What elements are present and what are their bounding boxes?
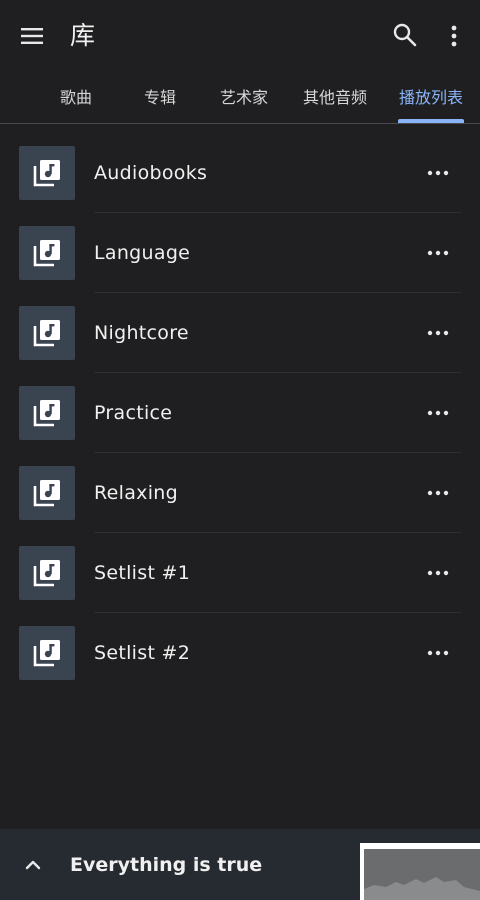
page-title: 库 bbox=[70, 21, 96, 50]
playlist-music-icon bbox=[33, 240, 60, 267]
album-art-image bbox=[364, 849, 480, 900]
now-playing-title: Everything is true bbox=[70, 854, 263, 876]
playlist-row[interactable]: Audiobooks bbox=[0, 133, 480, 213]
playlist-list: Audiobooks Language Nightcore Practice Relax… bbox=[0, 133, 480, 693]
playlist-name: Nightcore bbox=[94, 322, 189, 344]
playlist-thumbnail bbox=[19, 386, 75, 440]
playlist-row[interactable]: Language bbox=[0, 213, 480, 293]
playlist-thumbnail bbox=[19, 546, 75, 600]
more-horiz-icon[interactable] bbox=[426, 561, 450, 585]
chevron-up-icon[interactable] bbox=[22, 855, 44, 875]
more-horiz-icon[interactable] bbox=[426, 161, 450, 185]
playlist-music-icon bbox=[33, 480, 60, 507]
tab-albums[interactable]: 专辑 bbox=[128, 76, 192, 123]
more-horiz-icon[interactable] bbox=[426, 401, 450, 425]
playlist-row[interactable]: Practice bbox=[0, 373, 480, 453]
playlist-music-icon bbox=[33, 560, 60, 587]
more-horiz-icon[interactable] bbox=[426, 241, 450, 265]
tab-songs[interactable]: 歌曲 bbox=[44, 76, 108, 123]
more-vert-icon[interactable] bbox=[444, 22, 464, 50]
playlist-music-icon bbox=[33, 400, 60, 427]
more-horiz-icon[interactable] bbox=[426, 321, 450, 345]
library-tabs: 歌曲 专辑 艺术家 其他音频 播放列表 bbox=[0, 76, 480, 123]
more-horiz-icon[interactable] bbox=[426, 641, 450, 665]
mini-player[interactable]: Everything is true bbox=[0, 829, 480, 900]
menu-icon[interactable] bbox=[20, 24, 46, 48]
playlist-music-icon bbox=[33, 640, 60, 667]
playlist-row[interactable]: Setlist #2 bbox=[0, 613, 480, 693]
playlist-music-icon bbox=[33, 160, 60, 187]
tabs-divider bbox=[0, 123, 480, 124]
search-icon[interactable] bbox=[392, 22, 418, 48]
playlist-thumbnail bbox=[19, 146, 75, 200]
playlist-name: Practice bbox=[94, 402, 173, 424]
playlist-row[interactable]: Nightcore bbox=[0, 293, 480, 373]
more-horiz-icon[interactable] bbox=[426, 481, 450, 505]
album-art[interactable] bbox=[360, 843, 480, 900]
playlist-music-icon bbox=[33, 320, 60, 347]
playlist-row[interactable]: Relaxing bbox=[0, 453, 480, 533]
playlist-thumbnail bbox=[19, 226, 75, 280]
playlist-name: Relaxing bbox=[94, 482, 178, 504]
playlist-thumbnail bbox=[19, 466, 75, 520]
top-app-bar: 库 bbox=[0, 0, 480, 76]
playlist-row[interactable]: Setlist #1 bbox=[0, 533, 480, 613]
playlist-name: Language bbox=[94, 242, 191, 264]
playlist-thumbnail bbox=[19, 306, 75, 360]
tab-playlists[interactable]: 播放列表 bbox=[394, 76, 468, 123]
tab-other-audio[interactable]: 其他音频 bbox=[298, 76, 372, 123]
tab-artists[interactable]: 艺术家 bbox=[208, 76, 280, 123]
playlist-name: Audiobooks bbox=[94, 162, 208, 184]
playlist-name: Setlist #2 bbox=[94, 642, 191, 664]
app-root: 库 歌曲 专辑 艺术家 其他音频 播放列表 Audiobooks Language… bbox=[0, 0, 480, 900]
playlist-name: Setlist #1 bbox=[94, 562, 191, 584]
playlist-thumbnail bbox=[19, 626, 75, 680]
